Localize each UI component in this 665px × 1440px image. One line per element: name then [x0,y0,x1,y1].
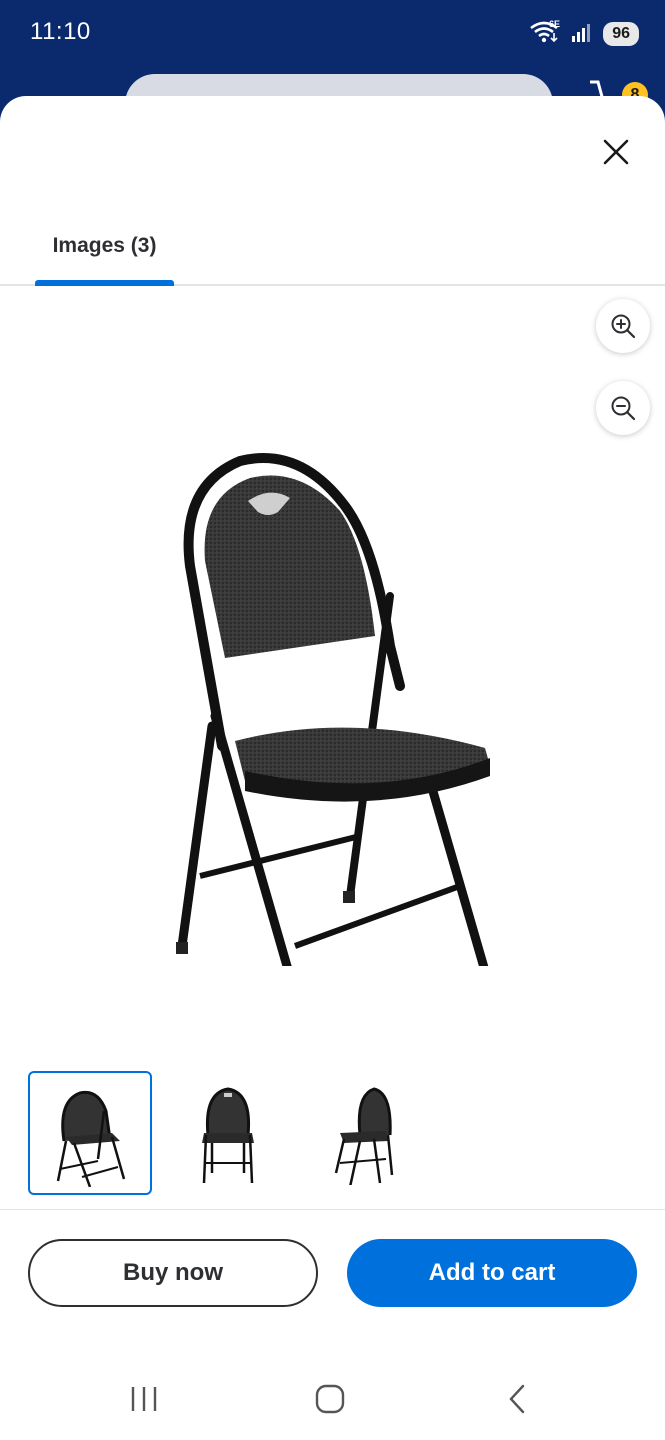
tab-selected-indicator [35,280,174,286]
screen: 11:10 6E 96 8 Images (3) Buy now Add to … [0,0,665,1440]
zoom-in-icon [611,314,636,339]
zoom-out-button[interactable] [596,381,650,435]
battery-indicator: 96 [603,22,639,46]
home-icon [315,1384,345,1414]
network-type-label: 6E [549,19,560,29]
thumbnail-chair-image [56,1090,126,1187]
tab-images[interactable]: Images (3) [35,216,174,286]
thumbnail-chair-side-image [334,1087,394,1185]
product-main-image[interactable] [150,386,510,1051]
tab-bar: Images (3) [0,216,665,286]
system-nav-bar [0,1358,665,1440]
close-icon [603,139,629,165]
status-time: 11:10 [30,18,91,45]
thumbnail-strip [28,1071,448,1195]
zoom-out-icon [611,396,636,421]
back-button[interactable] [487,1374,547,1424]
back-icon [509,1384,525,1414]
signal-icon [571,21,595,48]
action-divider [0,1209,665,1210]
thumbnail-chair-front-image [202,1087,254,1184]
thumbnail-1[interactable] [28,1071,152,1195]
home-button[interactable] [300,1374,360,1424]
status-icons: 6E 96 [529,19,639,50]
thumbnail-3[interactable] [308,1071,432,1195]
zoom-in-button[interactable] [596,299,650,353]
add-to-cart-button[interactable]: Add to cart [347,1239,637,1307]
wifi-icon: 6E [529,19,563,50]
tab-images-label: Images (3) [52,234,157,257]
buy-now-button[interactable]: Buy now [28,1239,318,1307]
close-button[interactable] [596,132,636,172]
recents-icon [131,1387,157,1411]
thumbnail-2[interactable] [168,1071,292,1195]
image-viewer-sheet: Images (3) Buy now Add to cart [0,96,665,1440]
recents-button[interactable] [114,1374,174,1424]
folding-chair-image [176,453,491,1051]
